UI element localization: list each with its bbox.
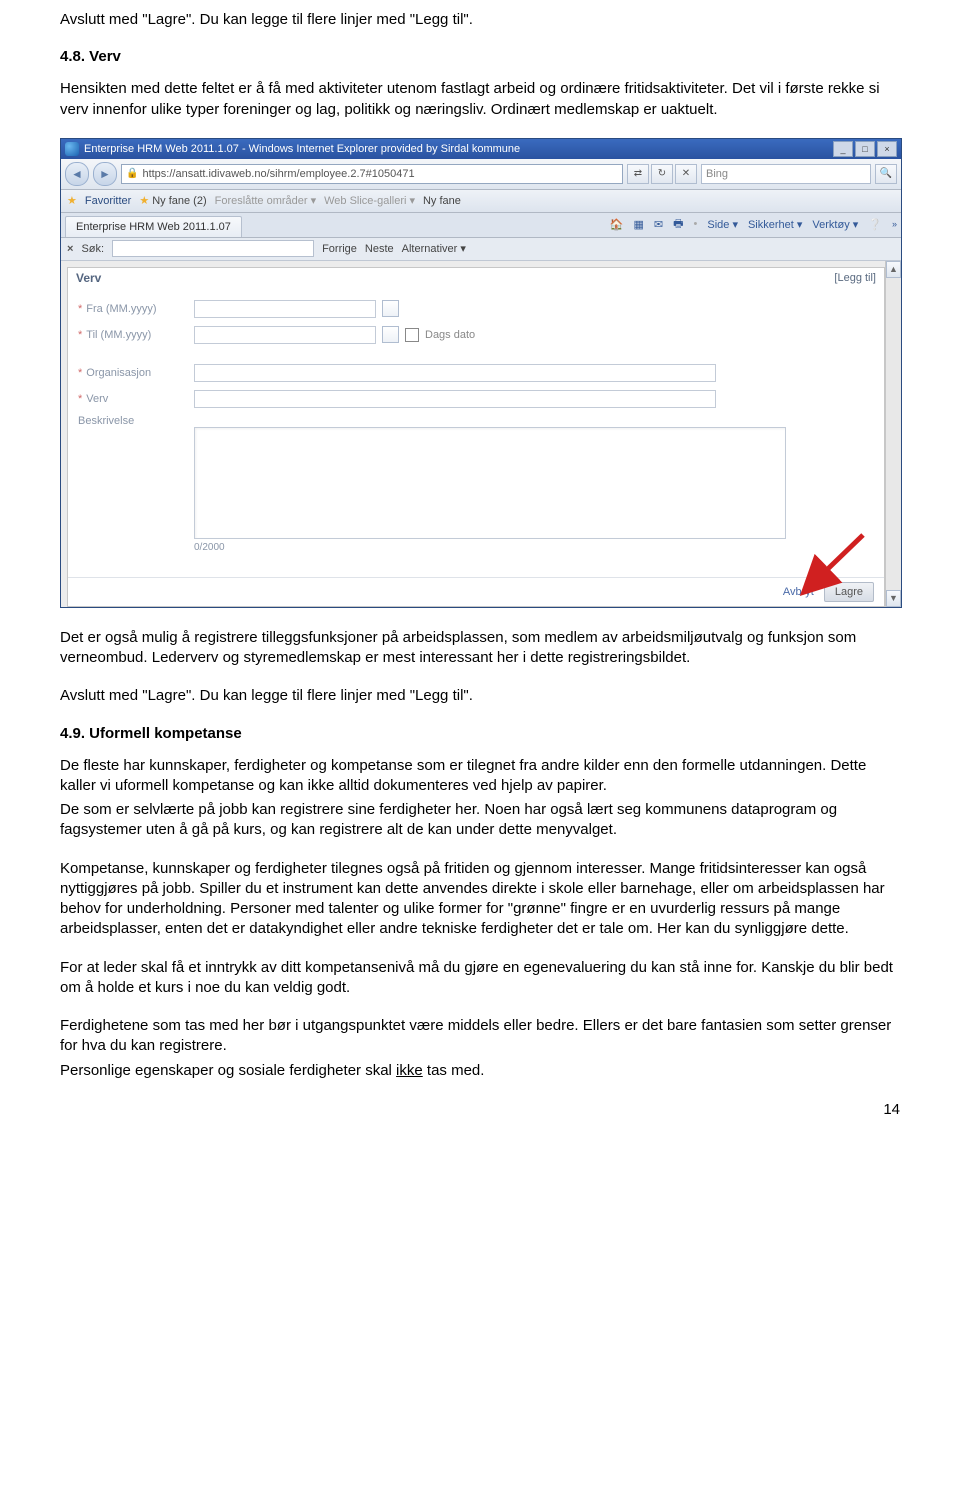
underlined-ikke: ikke [396,1062,423,1079]
url-text: https://ansatt.idivaweb.no/sihrm/employe… [142,168,414,180]
dags-dato-label: Dags dato [425,329,475,341]
label-beskrivelse: Beskrivelse [78,412,188,427]
forward-button[interactable]: ► [93,162,117,186]
star-icon: ★ [139,194,149,207]
compat-button[interactable]: ⇄ [627,164,649,184]
avbryt-button[interactable]: Avbryt [783,586,814,598]
label-verv: *Verv [78,393,188,405]
char-count: 0/2000 [194,539,874,553]
home-icon[interactable]: 🏠 [610,218,624,231]
dags-dato-checkbox[interactable] [405,328,419,342]
lagre-button[interactable]: Lagre [824,582,874,602]
calendar-icon[interactable] [382,326,399,343]
window-title: Enterprise HRM Web 2011.1.07 - Windows I… [84,143,833,155]
label-organisasjon: *Organisasjon [78,367,188,379]
maximize-button[interactable]: □ [855,141,875,157]
feed-icon[interactable]: ▦ [633,218,643,231]
find-label: Søk: [81,243,104,255]
input-verv[interactable] [194,390,716,408]
label-til: *Til (MM.yyyy) [78,329,188,341]
address-bar: ◄ ► 🔒 https://ansatt.idivaweb.no/sihrm/e… [61,159,901,190]
paragraph-49-1: De fleste har kunnskaper, ferdigheter og… [60,756,900,797]
input-organisasjon[interactable] [194,364,716,382]
textarea-beskrivelse[interactable] [194,427,786,539]
input-fra[interactable] [194,300,376,318]
fav-item-webslice[interactable]: Web Slice-galleri ▾ [324,194,415,207]
back-button[interactable]: ◄ [65,162,89,186]
find-close-button[interactable]: × [67,243,73,255]
paragraph-48-1: Hensikten med dette feltet er å få med a… [60,79,900,120]
content-area: Verv [Legg til] *Fra (MM.yyyy) *Til (MM.… [61,261,901,607]
favorites-star-icon: ★ [67,194,77,207]
heading-49: 4.9. Uformell kompetanse [60,725,900,742]
browser-search-box[interactable]: Bing [701,164,871,184]
browser-tab[interactable]: Enterprise HRM Web 2011.1.07 [65,216,242,237]
panel-title: Verv [76,271,101,285]
legg-til-link[interactable]: [Legg til] [834,272,876,284]
scroll-down-button[interactable]: ▼ [886,590,901,607]
favorites-bar: ★ Favoritter ★Ny fane (2) Foreslåtte omr… [61,190,901,213]
tools-menu[interactable]: Verktøy ▾ [812,218,858,231]
refresh-button[interactable]: ↻ [651,164,673,184]
paragraph-after-1: Det er også mulig å registrere tilleggsf… [60,628,900,669]
tab-strip: Enterprise HRM Web 2011.1.07 🏠 ▦ ✉ 🖶 • S… [61,213,901,238]
label-fra: *Fra (MM.yyyy) [78,303,188,315]
help-icon[interactable]: ❔ [868,218,882,231]
find-options-button[interactable]: Alternativer ▾ [402,242,466,255]
ie-icon [65,142,79,156]
print-icon[interactable]: 🖶 [673,215,683,234]
verv-panel: Verv [Legg til] *Fra (MM.yyyy) *Til (MM.… [67,267,885,607]
scroll-up-button[interactable]: ▲ [886,261,901,278]
embedded-screenshot: Enterprise HRM Web 2011.1.07 - Windows I… [60,138,902,608]
window-titlebar: Enterprise HRM Web 2011.1.07 - Windows I… [61,139,901,159]
paragraph-49-3: Kompetanse, kunnskaper og ferdigheter ti… [60,859,900,940]
paragraph-49-5b: Personlige egenskaper og sosiale ferdigh… [60,1061,900,1081]
paragraph-49-5a: Ferdighetene som tas med her bør i utgan… [60,1016,900,1057]
fav-item-foreslatte[interactable]: Foreslåtte områder ▾ [215,194,316,207]
stop-button[interactable]: ✕ [675,164,697,184]
safety-menu[interactable]: Sikkerhet ▾ [748,218,802,231]
heading-48: 4.8. Verv [60,48,900,65]
find-input[interactable] [112,240,314,257]
lock-icon: 🔒 [126,168,138,179]
minimize-button[interactable]: _ [833,141,853,157]
fav-item-ny-fane-2[interactable]: ★Ny fane (2) [139,194,206,207]
paragraph-49-2: De som er selvlærte på jobb kan registre… [60,800,900,841]
find-prev-button[interactable]: Forrige [322,243,357,255]
paragraph-49-4: For at leder skal få et inntrykk av ditt… [60,958,900,999]
find-bar: × Søk: Forrige Neste Alternativer ▾ [61,238,901,261]
input-til[interactable] [194,326,376,344]
vertical-scrollbar[interactable]: ▲ ▼ [885,261,901,607]
search-placeholder: Bing [706,168,728,180]
page-menu[interactable]: Side ▾ [707,218,738,231]
paragraph-intro: Avslutt med "Lagre". Du kan legge til fl… [60,10,900,30]
close-button[interactable]: × [877,141,897,157]
fav-item-ny-fane[interactable]: Ny fane [423,195,461,207]
calendar-icon[interactable] [382,300,399,317]
mail-icon[interactable]: ✉ [654,218,663,231]
page-number: 14 [60,1101,900,1118]
search-go-button[interactable]: 🔍 [875,164,897,184]
url-field[interactable]: 🔒 https://ansatt.idivaweb.no/sihrm/emplo… [121,164,623,184]
paragraph-after-2: Avslutt med "Lagre". Du kan legge til fl… [60,686,900,706]
find-next-button[interactable]: Neste [365,243,394,255]
favorites-label: Favoritter [85,195,131,207]
